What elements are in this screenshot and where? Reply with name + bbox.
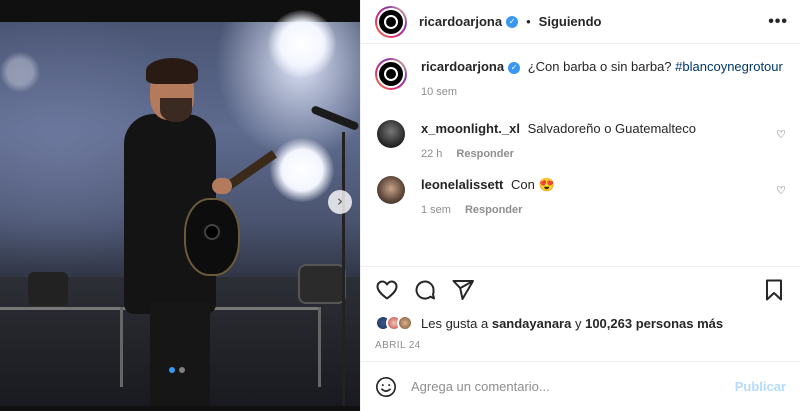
post-header: ricardoarjona ✓ • Siguiendo ••• [361, 0, 800, 44]
comment-timestamp: 1 sem [421, 204, 451, 216]
likes-count[interactable]: 100,263 personas más [585, 316, 723, 331]
carousel-indicator [169, 367, 185, 373]
caption-username[interactable]: ricardoarjona [421, 59, 504, 74]
save-bookmark-icon[interactable] [762, 278, 786, 302]
liker-avatars [375, 315, 413, 331]
caption-text: ricardoarjona ✓ ¿Con barba o sin barba? #… [421, 58, 786, 76]
post-media: › [0, 0, 360, 411]
comment-bubble-icon[interactable] [413, 278, 437, 302]
avatar-image [377, 60, 405, 88]
caption-meta: 10 sem [421, 86, 786, 98]
header-separator: • [526, 14, 531, 29]
stage-railing-post [318, 307, 321, 387]
comment-body: leonelalissett Con 😍 1 sem Responder [421, 176, 786, 216]
avatar-image [377, 7, 405, 36]
likes-prefix: Les gusta a [421, 315, 489, 331]
post-caption: ricardoarjona ✓ ¿Con barba o sin barba? #… [375, 58, 786, 98]
comment-input[interactable] [411, 379, 735, 394]
speaker-fixture [28, 272, 68, 306]
comment-text: leonelalissett Con 😍 [421, 176, 786, 194]
caption-body: ricardoarjona ✓ ¿Con barba o sin barba? #… [421, 58, 786, 98]
mic-stand [342, 132, 345, 406]
author-avatar[interactable] [375, 58, 407, 90]
guitar-soundhole [204, 224, 220, 240]
post-actions-bar [361, 266, 800, 312]
comment-timestamp: 22 h [421, 148, 443, 160]
microphone [310, 104, 360, 132]
performer-legs [150, 302, 210, 406]
carousel-dot [179, 367, 185, 373]
spotlight-fixture [298, 264, 346, 304]
share-paper-plane-icon[interactable] [451, 278, 475, 302]
post-side-panel: ricardoarjona ✓ • Siguiendo ••• ricardoa… [360, 0, 800, 411]
stage-light [270, 138, 334, 202]
concert-photo [0, 10, 360, 406]
like-comment-heart-icon[interactable]: ♡ [776, 184, 786, 197]
comment-item: x_moonlight._xl Salvadoreño o Guatemalte… [375, 120, 786, 160]
like-heart-icon[interactable] [375, 278, 399, 302]
reply-button[interactable]: Responder [456, 148, 513, 160]
comments-list[interactable]: ricardoarjona ✓ ¿Con barba o sin barba? #… [361, 44, 800, 266]
add-comment-bar: Publicar [361, 361, 800, 411]
author-avatar[interactable] [375, 5, 407, 38]
comment-meta: 22 h Responder [421, 148, 786, 160]
post-date: ABRIL 24 [375, 340, 421, 351]
performer-hair [146, 58, 198, 84]
like-comment-heart-icon[interactable]: ♡ [776, 128, 786, 141]
verified-icon: ✓ [508, 61, 521, 74]
emoji-icon[interactable] [375, 376, 397, 398]
comment-content: Salvadoreño o Guatemalteco [527, 121, 696, 136]
stage-light [0, 52, 40, 92]
verified-icon: ✓ [506, 15, 519, 28]
carousel-dot-active [169, 367, 175, 373]
comment-username[interactable]: leonelalissett [421, 177, 503, 192]
likes-text: Les gusta a sandayanara y 100,263 person… [421, 316, 723, 331]
stage-light [268, 10, 336, 78]
reply-button[interactable]: Responder [465, 204, 522, 216]
commenter-avatar[interactable] [377, 120, 405, 148]
liker-username[interactable]: sandayanara [492, 316, 572, 331]
commenter-avatar[interactable] [377, 176, 405, 204]
author-username[interactable]: ricardoarjona [419, 14, 502, 29]
comment-content: Con 😍 [511, 177, 555, 192]
publish-button[interactable]: Publicar [735, 379, 786, 394]
likes-summary[interactable]: Les gusta a sandayanara y 100,263 person… [361, 312, 800, 334]
comment-body: x_moonlight._xl Salvadoreño o Guatemalte… [421, 120, 786, 160]
likes-joiner: y [574, 315, 582, 331]
stage-railing-post [120, 307, 123, 387]
caption-content: ¿Con barba o sin barba? [527, 59, 672, 74]
comment-item: leonelalissett Con 😍 1 sem Responder ♡ [375, 176, 786, 216]
following-button[interactable]: Siguiendo [539, 14, 602, 29]
comment-meta: 1 sem Responder [421, 204, 786, 216]
caption-hashtag-link[interactable]: #blancoynegrotour [675, 59, 783, 74]
avatar-logo-icon [384, 14, 398, 29]
liker-avatar [397, 315, 413, 331]
avatar-logo-icon [384, 67, 398, 81]
performer-beard [160, 98, 192, 122]
caption-timestamp: 10 sem [421, 86, 458, 98]
performer-hand [212, 178, 232, 194]
next-slide-button[interactable]: › [328, 190, 352, 214]
comment-text: x_moonlight._xl Salvadoreño o Guatemalte… [421, 120, 786, 138]
more-options-icon[interactable]: ••• [768, 13, 788, 31]
comment-username[interactable]: x_moonlight._xl [421, 121, 520, 136]
